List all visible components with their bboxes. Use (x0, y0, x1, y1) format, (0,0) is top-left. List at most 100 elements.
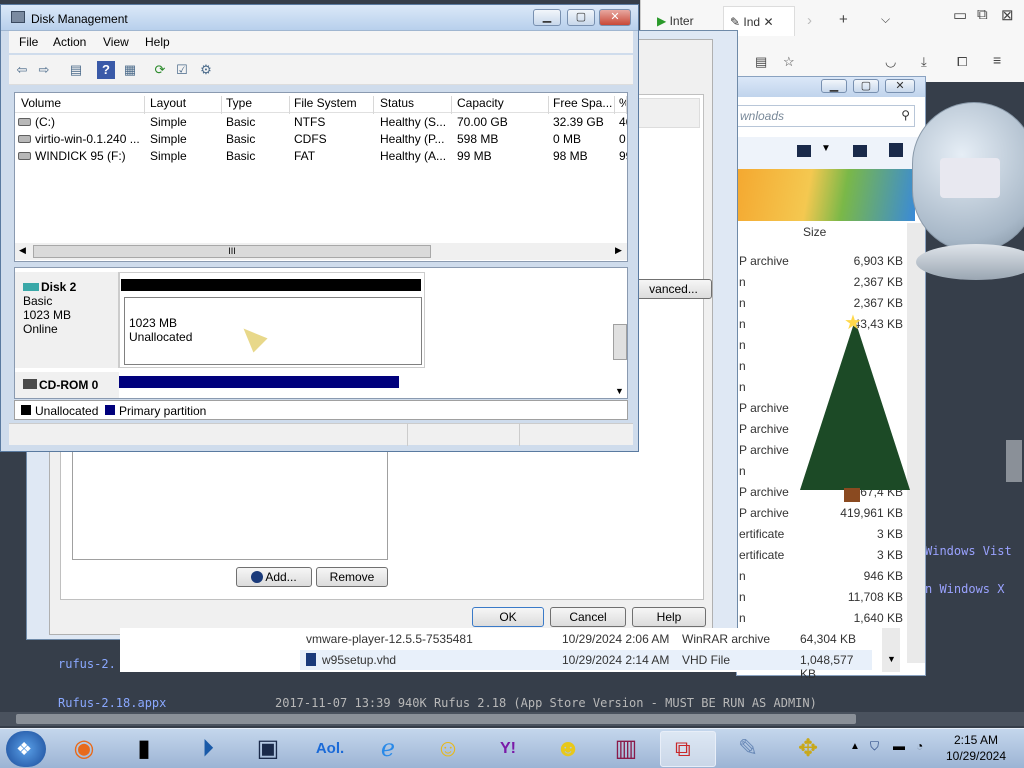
puzzle-icon[interactable]: ✥ (788, 733, 828, 765)
terminal-vscroll-thumb[interactable] (1006, 440, 1022, 482)
clock-date[interactable]: 10/29/2024 (940, 749, 1012, 763)
star-icon[interactable]: ☆ (783, 54, 795, 70)
shield-icon[interactable]: ⛉ (870, 739, 879, 754)
preview-pane-icon[interactable] (853, 145, 867, 157)
list-item[interactable]: w95setup.vhd 10/29/2024 2:14 AM VHD File… (300, 650, 872, 681)
close-icon[interactable]: ✕ (763, 15, 773, 29)
terminal-file-link[interactable]: Rufus-2.18.appx (58, 696, 166, 710)
smiley-icon[interactable]: ☻ (548, 733, 588, 765)
menu-item-view[interactable]: View (103, 35, 129, 49)
chevron-up-icon[interactable]: ▲ (850, 741, 860, 752)
pocket-icon[interactable]: ◡ (885, 54, 896, 70)
network-icon[interactable]: ▬ (893, 739, 905, 753)
help-icon[interactable] (889, 143, 903, 157)
primary-partition-bar[interactable] (119, 376, 399, 388)
scrollbar-thumb[interactable] (16, 714, 856, 724)
messenger-icon[interactable]: ☺ (428, 733, 468, 765)
volume-row[interactable]: virtio-win-0.1.240 ... Simple Basic CDFS Hea… (15, 131, 627, 148)
restore-icon[interactable]: ⧉ (977, 6, 988, 23)
menu-item-file[interactable]: File (19, 35, 38, 49)
column-header-filesystem[interactable]: File System (294, 96, 374, 114)
refresh-icon[interactable]: ⟳ (151, 61, 169, 79)
remove-button[interactable]: Remove (316, 567, 388, 587)
active-task-disk-management[interactable]: ⧉ (660, 731, 716, 767)
maximize-button[interactable]: ▢ (567, 9, 595, 26)
graphical-vscroll-thumb[interactable] (613, 324, 627, 360)
list-item[interactable]: n 11,708 KB (737, 587, 907, 608)
download-icon[interactable]: ⤓ (921, 54, 927, 70)
cdrom-label-panel[interactable]: CD-ROM 0 (15, 372, 119, 398)
unallocated-region[interactable]: 1023 MB Unallocated (124, 297, 422, 365)
menu-icon[interactable]: ≡ (993, 52, 1001, 68)
back-icon[interactable]: ⇦ (13, 61, 31, 79)
terminal-scrollbar[interactable] (0, 712, 1024, 726)
list-item[interactable]: ertificate 3 KB (737, 524, 907, 545)
arrow-left-icon[interactable]: ◀ (19, 245, 26, 256)
scrollbar-thumb[interactable]: III (33, 245, 431, 258)
advanced-button[interactable]: vanced... (635, 279, 712, 299)
start-button[interactable]: ❖ (6, 731, 46, 767)
yahoo-icon[interactable]: Y! (488, 733, 528, 765)
snow-globe-gadget[interactable] (912, 98, 1024, 298)
christmas-tree-gadget[interactable]: ★ (790, 310, 920, 506)
add-button[interactable]: Add... (236, 567, 312, 587)
help-icon[interactable]: ? (97, 61, 115, 79)
close-button[interactable]: ✕ (885, 79, 915, 93)
list-box[interactable] (72, 450, 388, 560)
settings-icon[interactable]: ⚙ (197, 61, 215, 79)
explorer-scroll-bottom[interactable]: ▼ (882, 628, 900, 672)
chevron-down-icon[interactable]: ⌵ (881, 12, 890, 27)
search-icon[interactable]: ⚲ (901, 108, 910, 122)
minimize-button[interactable]: ▁ (533, 9, 561, 26)
help-button[interactable]: Help (632, 607, 706, 627)
forward-icon[interactable]: ⇨ (35, 61, 53, 79)
column-header-volume[interactable]: Volume (21, 96, 145, 114)
volume-list[interactable]: Volume Layout Type File System Status Ca… (14, 92, 628, 262)
terminal-file-link[interactable]: rufus-2. (58, 657, 116, 671)
ok-button[interactable]: OK (472, 607, 544, 627)
arrow-down-icon[interactable]: ▼ (887, 654, 896, 664)
arrow-down-icon[interactable]: ▼ (615, 386, 624, 396)
aol-icon[interactable]: Aol. (310, 733, 350, 765)
arrow-right-icon[interactable]: ▶ (615, 245, 622, 256)
monitor-icon[interactable]: ▣ (248, 733, 288, 765)
disk2-label-panel[interactable]: Disk 2 Basic 1023 MB Online (15, 272, 119, 368)
column-header-type[interactable]: Type (226, 96, 290, 114)
search-input[interactable]: wnloads ⚲ (737, 105, 915, 127)
list-item[interactable]: vmware-player-12.5.5-7535481 10/29/2024 … (300, 630, 872, 648)
new-tab-icon[interactable]: + (839, 11, 848, 28)
view-icon[interactable] (797, 145, 811, 157)
chevron-down-icon[interactable]: ▼ (821, 143, 831, 154)
properties-icon[interactable]: ▦ (121, 61, 139, 79)
list-item[interactable]: P archive 6,903 KB (737, 251, 907, 272)
menu-item-help[interactable]: Help (145, 35, 170, 49)
menu-item-action[interactable]: Action (53, 35, 86, 49)
column-header-percent[interactable]: % (619, 96, 627, 114)
minimize-button[interactable]: ▁ (821, 79, 847, 93)
firefox-icon[interactable]: ◉ (64, 733, 104, 765)
console-tree-icon[interactable]: ▤ (67, 61, 85, 79)
column-header-status[interactable]: Status (380, 96, 452, 114)
chevron-right-icon[interactable]: › (807, 12, 812, 29)
maximize-button[interactable]: ▢ (853, 79, 879, 93)
column-header-layout[interactable]: Layout (150, 96, 222, 114)
column-header-capacity[interactable]: Capacity (457, 96, 549, 114)
volume-hscrollbar[interactable]: ◀ III ▶ (15, 243, 627, 260)
close-button[interactable]: ✕ (599, 9, 631, 26)
paint-icon[interactable]: ✎ (728, 733, 768, 765)
list-item[interactable]: n 946 KB (737, 566, 907, 587)
list-item[interactable]: n 1,640 KB (737, 608, 907, 629)
volume-row[interactable]: (C:) Simple Basic NTFS Healthy (S... 70.00 GB… (15, 114, 627, 131)
size-header[interactable]: Size (803, 225, 826, 239)
rescan-icon[interactable]: ☑ (173, 61, 191, 79)
list-item[interactable]: P archive 419,961 KB (737, 503, 907, 524)
volume-icon[interactable]: ◔ (916, 739, 923, 753)
column-header-free-space[interactable]: Free Spa... (553, 96, 615, 114)
reader-icon[interactable]: ▤ (755, 54, 767, 70)
list-item[interactable]: ertificate 3 KB (737, 545, 907, 566)
winrar-icon[interactable]: ▥ (606, 733, 646, 765)
volume-row[interactable]: WINDICK 95 (F:) Simple Basic FAT Healthy (A.… (15, 148, 627, 165)
disk2-partition[interactable]: 1023 MB Unallocated (119, 272, 425, 368)
list-item[interactable]: n 2,367 KB (737, 272, 907, 293)
internet-explorer-icon[interactable]: ℯ (368, 733, 408, 765)
